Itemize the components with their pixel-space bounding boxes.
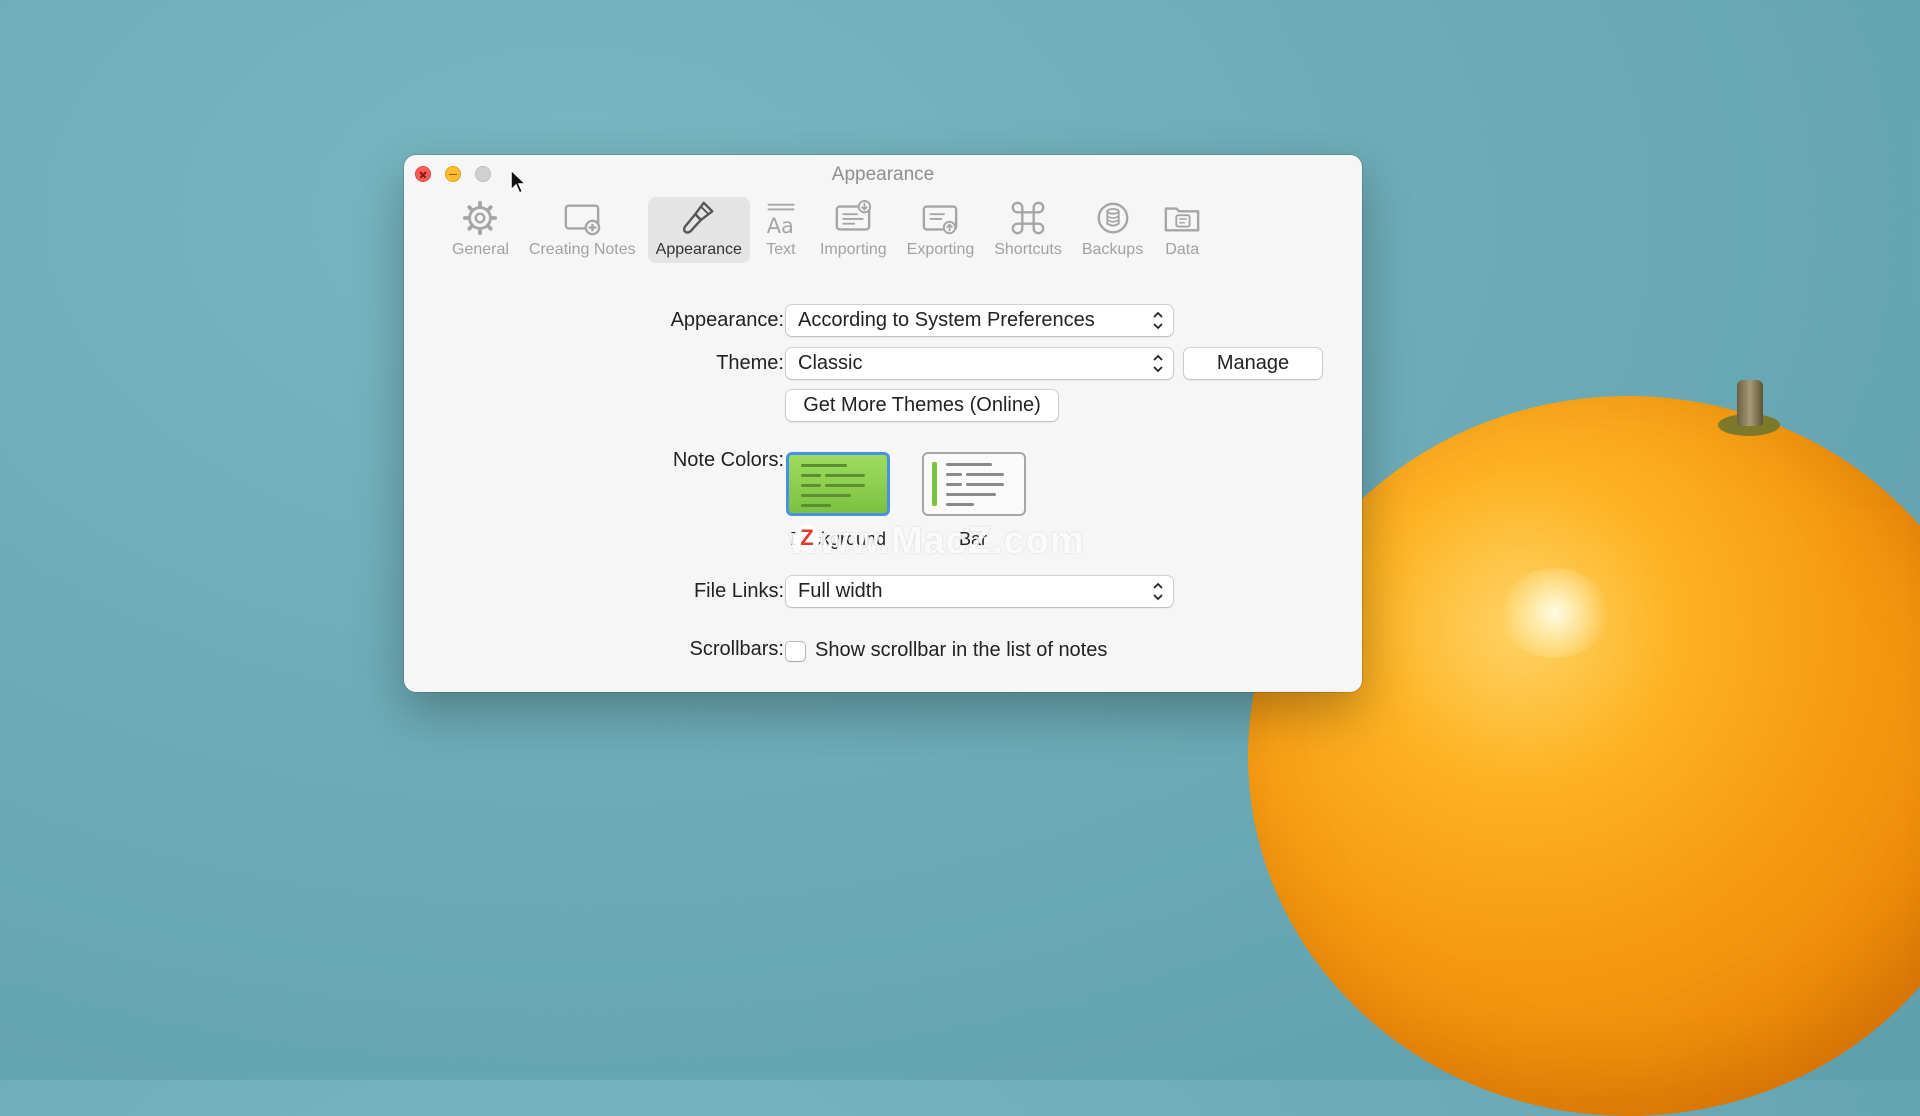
orange-highlight: [1500, 568, 1610, 658]
tab-shortcuts[interactable]: Shortcuts: [986, 197, 1070, 263]
watermark-logo: Z: [794, 525, 820, 551]
tab-label: Backups: [1081, 241, 1144, 258]
data-folder-icon: [1164, 207, 1200, 232]
command-icon: [1011, 201, 1045, 235]
file-links-popup[interactable]: Full width: [786, 576, 1173, 607]
paintbrush-icon: [682, 201, 714, 234]
theme-label: Theme:: [716, 352, 784, 374]
tab-appearance[interactable]: Appearance: [647, 197, 750, 263]
backups-icon: [1097, 202, 1128, 234]
export-icon: [923, 205, 958, 235]
appearance-label: Appearance:: [670, 309, 784, 331]
file-links-label: File Links:: [693, 580, 784, 602]
get-more-themes-button[interactable]: Get More Themes (Online): [786, 390, 1058, 421]
updown-chevron-icon: [1153, 354, 1163, 373]
tab-label: Text: [766, 241, 796, 258]
updown-chevron-icon: [1153, 311, 1163, 330]
gear-icon: [463, 200, 498, 236]
svg-text:Aa: Aa: [767, 214, 794, 237]
tab-data[interactable]: Data: [1155, 197, 1209, 263]
tab-label: Data: [1165, 241, 1200, 258]
tab-label: Appearance: [655, 241, 742, 258]
new-note-icon: [564, 204, 601, 236]
file-links-popup-value: Full width: [798, 580, 883, 602]
scrollbars-label: Scrollbars:: [689, 638, 784, 660]
window-title: Appearance: [831, 164, 935, 185]
tab-label: Exporting: [906, 241, 975, 258]
title-bar[interactable]: Appearance: [404, 155, 1362, 195]
tab-label: Shortcuts: [994, 241, 1062, 258]
import-icon: [835, 199, 872, 231]
note-colors-label: Note Colors:: [672, 449, 784, 471]
theme-popup-value: Classic: [798, 352, 863, 374]
preferences-toolbar: General Creating Notes Appearance Aa Tex…: [444, 197, 1213, 265]
tab-backups[interactable]: Backups: [1074, 197, 1151, 263]
updown-chevron-icon: [1153, 582, 1163, 601]
mouse-pointer-icon: [510, 169, 527, 195]
theme-popup[interactable]: Classic: [786, 348, 1173, 379]
show-scrollbar-checkbox[interactable]: [786, 642, 805, 661]
show-scrollbar-checkbox-label[interactable]: Show scrollbar in the list of notes: [815, 639, 1107, 662]
tab-label: Importing: [819, 241, 887, 258]
tab-label: Creating Notes: [528, 241, 636, 258]
tab-importing[interactable]: Importing: [812, 197, 895, 263]
tab-text[interactable]: Aa Text: [754, 197, 808, 263]
appearance-popup[interactable]: According to System Preferences: [786, 305, 1173, 336]
tab-label: General: [452, 241, 509, 258]
watermark-text: www.MacZ.com: [789, 520, 1085, 562]
tab-creating-notes[interactable]: Creating Notes: [521, 197, 644, 263]
manage-themes-button[interactable]: Manage: [1184, 348, 1322, 379]
appearance-popup-value: According to System Preferences: [798, 309, 1095, 331]
text-icon: Aa: [767, 203, 795, 237]
preferences-window: Appearance General Creating Notes Appear…: [404, 155, 1362, 692]
tab-exporting[interactable]: Exporting: [899, 197, 983, 263]
bar-note-color-option[interactable]: [922, 452, 1026, 516]
orange-stem: [1737, 380, 1763, 426]
tab-general[interactable]: General: [444, 197, 517, 263]
background-note-color-option[interactable]: [786, 452, 890, 516]
